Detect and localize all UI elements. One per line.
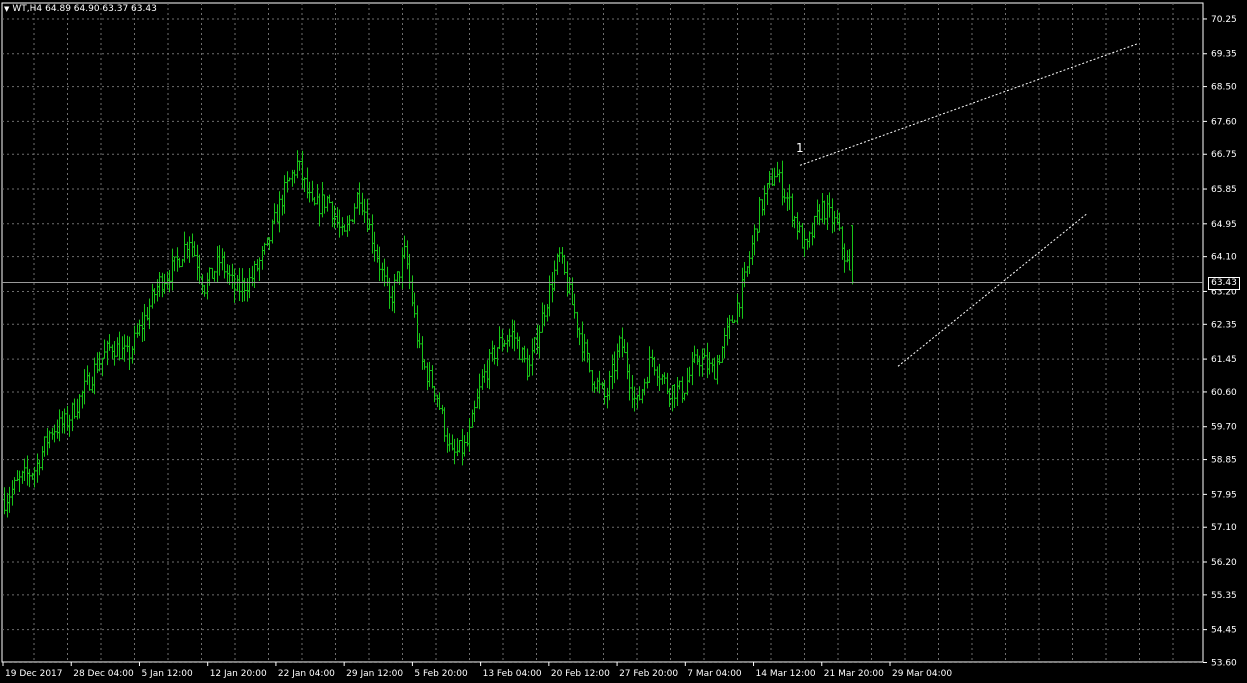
price-chart[interactable]: 70.25 69.35 68.50 67.60 66.75 65.85 64.95 64.10… bbox=[0, 0, 1247, 683]
x-tick-label: 7 Mar 04:00 bbox=[687, 669, 742, 679]
trendline-lower[interactable] bbox=[897, 213, 1088, 367]
x-tick-label: 29 Mar 04:00 bbox=[892, 669, 952, 679]
chart-header: ▼ WT,H4 64.89 64.90 63.37 63.43 bbox=[4, 4, 157, 14]
x-tick-label: 28 Dec 04:00 bbox=[73, 669, 134, 679]
x-tick-label: 5 Jan 12:00 bbox=[141, 669, 193, 679]
x-tick-label: 20 Feb 12:00 bbox=[551, 669, 610, 679]
y-tick-label: 53.60 bbox=[1211, 659, 1237, 669]
wave-label: 1 bbox=[796, 141, 804, 155]
symbol-label: WT,H4 bbox=[12, 4, 43, 14]
chart-frame bbox=[1, 2, 1204, 663]
y-tick-label: 56.20 bbox=[1211, 558, 1237, 568]
current-price-label: 63.43 bbox=[1208, 276, 1240, 290]
x-tick-label: 12 Jan 20:00 bbox=[210, 669, 267, 679]
x-tick-label: 5 Feb 20:00 bbox=[414, 669, 468, 679]
x-tick-label: 22 Jan 04:00 bbox=[278, 669, 335, 679]
x-tick-label: 21 Mar 20:00 bbox=[824, 669, 884, 679]
y-tick-label: 62.35 bbox=[1211, 320, 1237, 330]
y-tick-label: 61.45 bbox=[1211, 355, 1237, 365]
y-tick-label: 64.95 bbox=[1211, 220, 1237, 230]
y-tick-label: 70.25 bbox=[1211, 15, 1237, 25]
y-tick-label: 57.95 bbox=[1211, 490, 1237, 500]
y-tick-label: 57.10 bbox=[1211, 523, 1237, 533]
x-tick-label: 29 Jan 12:00 bbox=[346, 669, 403, 679]
y-tick-label: 55.35 bbox=[1211, 591, 1237, 601]
y-tick-label: 66.75 bbox=[1211, 150, 1237, 160]
triangle-down-icon[interactable]: ▼ bbox=[4, 5, 9, 13]
chart-canvas[interactable]: 70.25 69.35 68.50 67.60 66.75 65.85 64.95 64.10… bbox=[0, 0, 1247, 683]
y-tick-label: 54.45 bbox=[1211, 626, 1237, 636]
x-tick-label: 19 Dec 2017 bbox=[5, 669, 63, 679]
y-tick-label: 65.85 bbox=[1211, 185, 1237, 195]
trendline-upper[interactable] bbox=[799, 43, 1139, 166]
y-tick-label: 60.60 bbox=[1211, 388, 1237, 398]
x-tick-label: 13 Feb 04:00 bbox=[483, 669, 542, 679]
y-tick-label: 68.50 bbox=[1211, 83, 1237, 93]
price-bars bbox=[3, 150, 854, 518]
y-tick-label: 67.60 bbox=[1211, 117, 1237, 127]
x-tick-label: 14 Mar 12:00 bbox=[756, 669, 816, 679]
y-tick-label: 58.85 bbox=[1211, 456, 1237, 466]
y-tick-label: 59.70 bbox=[1211, 423, 1237, 433]
ohlc-label: 64.89 64.90 63.37 63.43 bbox=[45, 4, 157, 14]
y-tick-label: 64.10 bbox=[1211, 253, 1237, 263]
y-tick-label: 69.35 bbox=[1211, 50, 1237, 60]
x-tick-label: 27 Feb 20:00 bbox=[619, 669, 678, 679]
